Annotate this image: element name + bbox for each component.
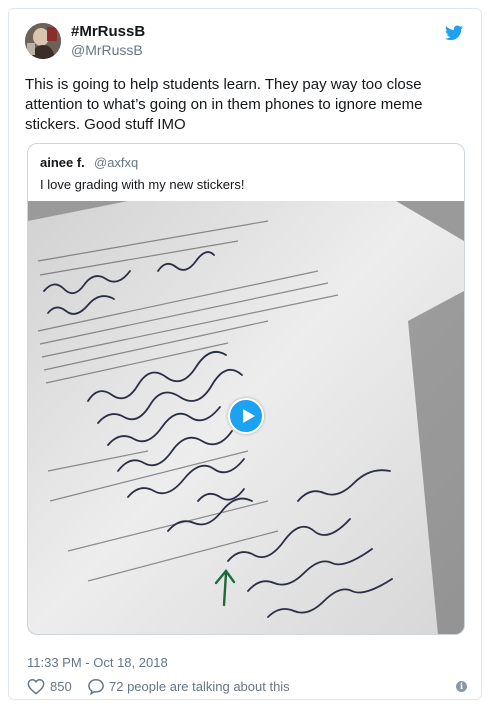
quoted-media-video[interactable] [28,201,464,634]
author-display-name[interactable]: #MrRussB [71,23,145,40]
heart-icon[interactable] [27,678,45,695]
speech-bubble-icon[interactable] [87,678,105,695]
avatar-image [25,23,61,59]
twitter-bird-icon[interactable] [445,25,463,41]
conversation-count[interactable]: 72 people are talking about this [109,679,290,694]
like-count[interactable]: 850 [50,679,72,694]
play-icon[interactable] [228,398,264,434]
avatar[interactable] [25,23,61,59]
quoted-author-handle[interactable]: @axfxq [94,155,138,170]
tweet-timestamp[interactable]: 11:33 PM - Oct 18, 2018 [27,655,168,670]
author-handle[interactable]: @MrRussB [71,42,143,58]
tweet-actions: 850 72 people are talking about this i [27,677,467,697]
info-icon[interactable]: i [456,681,467,692]
quoted-tweet[interactable]: ainee f. @axfxq I love grading with my n… [27,143,465,635]
tweet-text: This is going to help students learn. Th… [25,76,423,133]
quoted-author-name[interactable]: ainee f. [40,155,85,170]
embedded-tweet-card: #MrRussB @MrRussB This is going to help … [8,8,482,700]
quoted-tweet-text: I love grading with my new stickers! [40,177,245,192]
